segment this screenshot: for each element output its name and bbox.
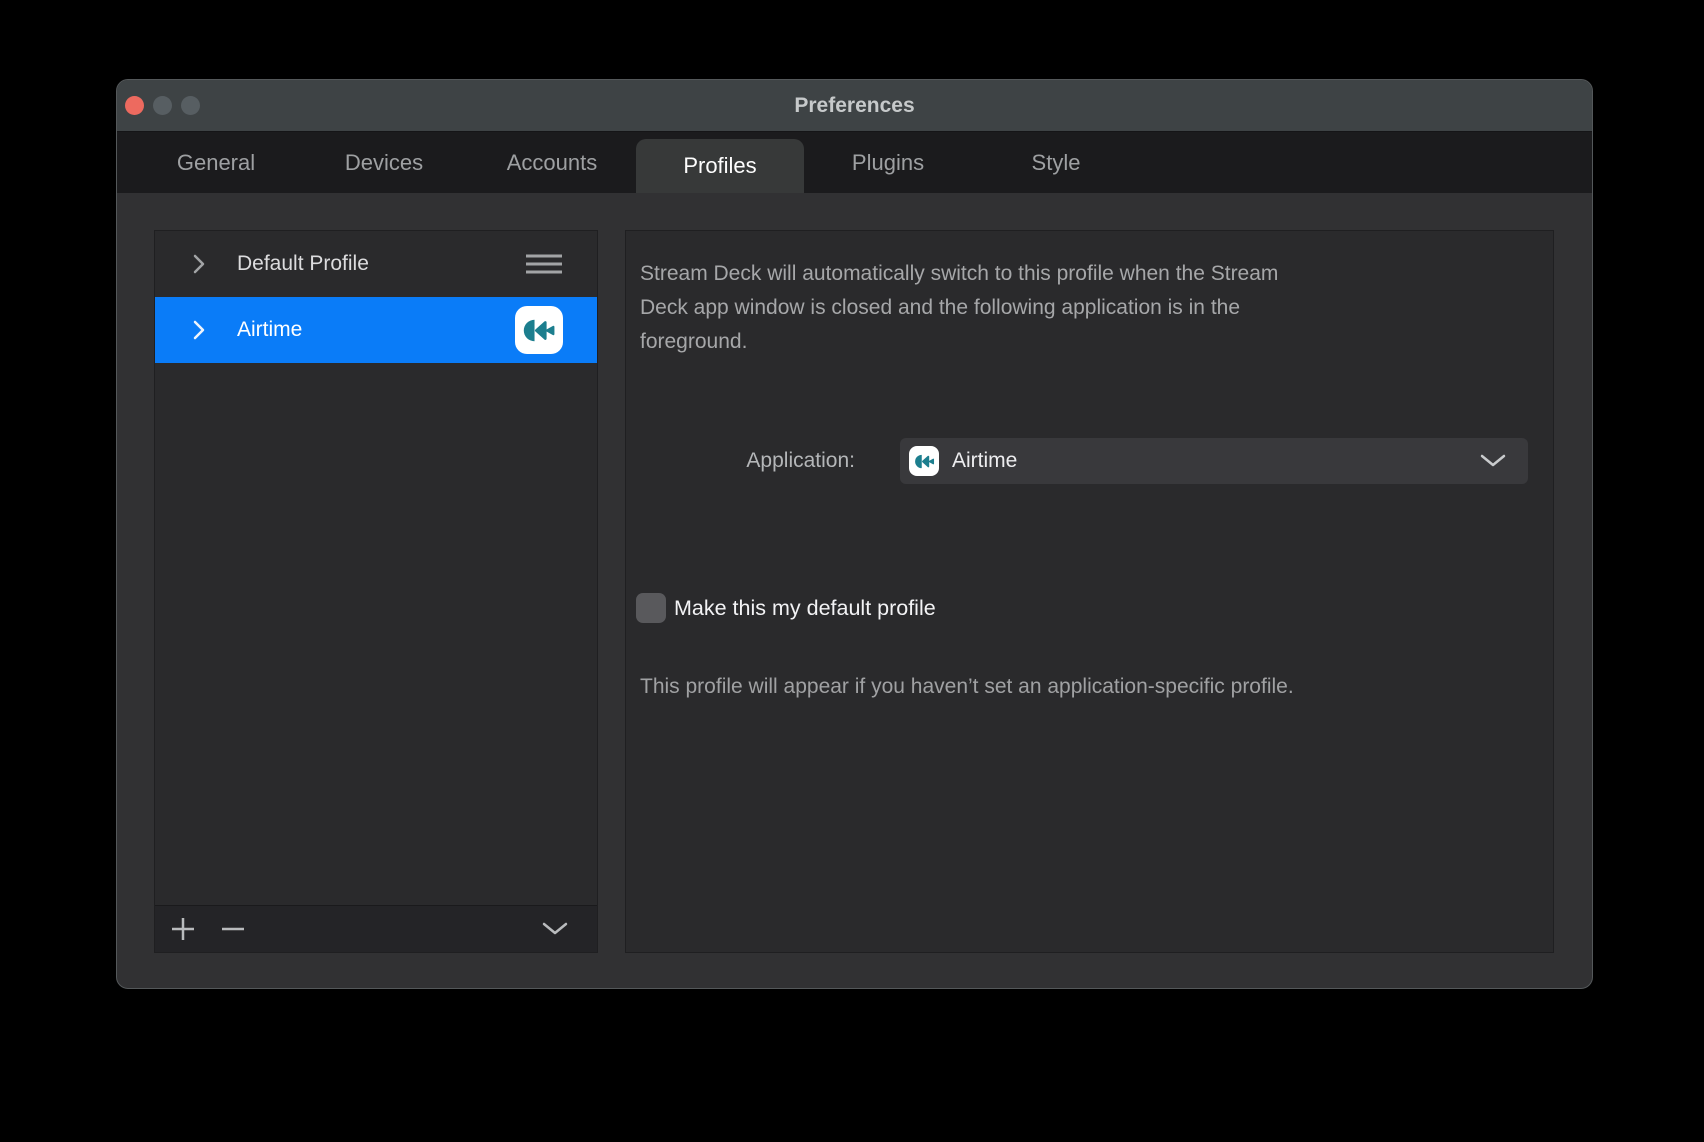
tab-general[interactable]: General (132, 132, 300, 193)
tab-profiles[interactable]: Profiles (636, 139, 804, 193)
default-profile-row: Make this my default profile (636, 593, 936, 623)
window-title: Preferences (117, 80, 1592, 131)
application-dropdown[interactable]: Airtime (900, 438, 1528, 484)
profiles-pane: Default Profile Airtime (117, 193, 1592, 989)
plus-icon[interactable] (169, 915, 197, 943)
profile-row-default[interactable]: Default Profile (155, 231, 597, 297)
airtime-app-icon (909, 446, 939, 476)
profile-name: Default Profile (237, 252, 525, 276)
minimize-button[interactable] (153, 96, 172, 115)
profile-list-toolbar (155, 905, 597, 952)
preferences-window: Preferences General Devices Accounts Pro… (116, 79, 1593, 989)
profile-list: Default Profile Airtime (154, 230, 598, 953)
tab-plugins[interactable]: Plugins (804, 132, 972, 193)
tab-bar: General Devices Accounts Profiles Plugin… (117, 132, 1592, 193)
tab-accounts[interactable]: Accounts (468, 132, 636, 193)
chevron-down-icon[interactable] (541, 915, 569, 943)
profile-detail-panel: Stream Deck will automatically switch to… (625, 230, 1554, 953)
default-profile-checkbox-label[interactable]: Make this my default profile (674, 596, 936, 621)
chevron-down-icon (1480, 454, 1506, 468)
zoom-button[interactable] (181, 96, 200, 115)
application-row: Application: Airtime (626, 438, 1528, 484)
drag-handle-icon[interactable] (525, 253, 563, 275)
application-label: Application: (626, 449, 855, 473)
airtime-app-icon (515, 306, 563, 354)
tab-devices[interactable]: Devices (300, 132, 468, 193)
application-value: Airtime (952, 449, 1480, 473)
profile-row-airtime[interactable]: Airtime (155, 297, 597, 363)
title-bar[interactable]: Preferences (117, 80, 1592, 132)
window-controls (125, 80, 200, 131)
close-button[interactable] (125, 96, 144, 115)
default-profile-checkbox[interactable] (636, 593, 666, 623)
chevron-right-icon[interactable] (192, 319, 208, 341)
tab-style[interactable]: Style (972, 132, 1140, 193)
chevron-right-icon[interactable] (192, 253, 208, 275)
auto-switch-description: Stream Deck will automatically switch to… (640, 257, 1520, 359)
minus-icon[interactable] (219, 915, 247, 943)
profile-name: Airtime (237, 318, 515, 342)
default-profile-footnote: This profile will appear if you haven’t … (640, 675, 1294, 699)
